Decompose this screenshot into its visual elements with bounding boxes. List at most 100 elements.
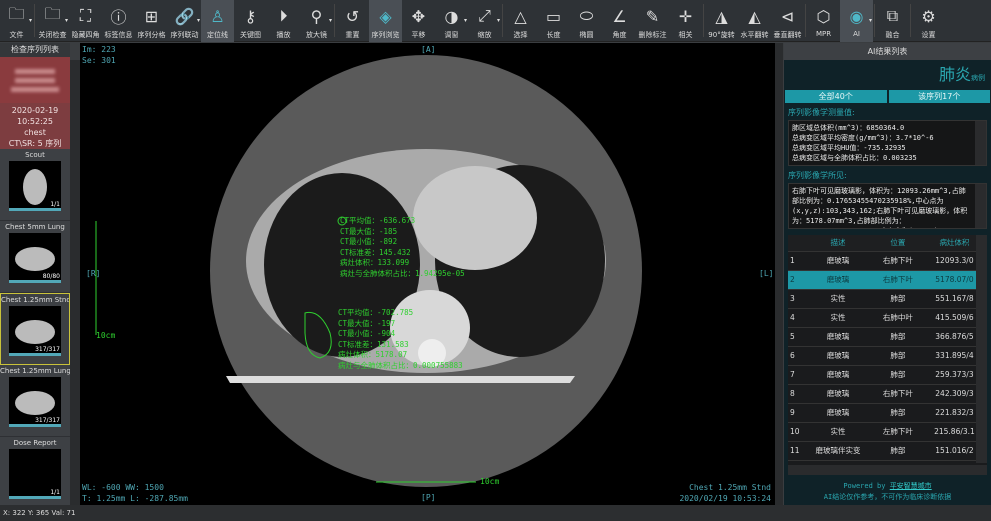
row-location: 肺部: [873, 403, 922, 423]
toolbar-label: 相关: [678, 31, 693, 39]
locator-icon: ♙: [210, 6, 225, 26]
filter-series-button[interactable]: 该序列17个: [888, 90, 990, 103]
image-viewport[interactable]: Im: 223 Se: 301 [A] [P] [R] [L] WL: -600…: [80, 43, 775, 505]
toolbar-label: 融合: [885, 31, 900, 39]
series-thumbnail: 80/80: [9, 233, 61, 283]
findings-title: 序列影像学所见:: [788, 171, 847, 180]
toolbar-button-layers[interactable]: ◈ 序列浏览: [369, 0, 402, 42]
toolbar-button-delete-annotation[interactable]: ✎ 删除标注: [636, 0, 669, 42]
row-description: 磨玻璃: [802, 346, 874, 366]
toolbar-button-ruler[interactable]: ▭ 长度: [537, 0, 570, 42]
toolbar-label: 删除标注: [638, 31, 667, 39]
dropdown-arrow-icon[interactable]: ▾: [329, 17, 332, 24]
dropdown-arrow-icon[interactable]: ▾: [65, 17, 68, 24]
series-name: Chest 5mm Lung: [5, 223, 65, 231]
table-row[interactable]: 7 磨玻璃 肺部 259.373/3: [788, 365, 987, 385]
toolbar-button-fusion[interactable]: ⧉ 融合: [876, 0, 909, 42]
table-vertical-scrollbar[interactable]: [976, 235, 987, 463]
toolbar-label: 缩放: [477, 31, 492, 39]
viewer-scrollbar[interactable]: [775, 43, 783, 505]
toolbar-button-zoom[interactable]: ⤢ 缩放 ▾: [468, 0, 501, 42]
layers-icon: ◈: [379, 6, 392, 26]
toolbar-button-settings[interactable]: ⚙ 设置: [912, 0, 945, 42]
study-info[interactable]: 2020-02-19 10:52:25 chest CT\SR: 5 序列: [0, 103, 70, 149]
series-count: 80/80: [42, 273, 60, 280]
toolbar-button-folder[interactable]: 🗀 文件 ▾: [0, 0, 33, 42]
toolbar-button-corners[interactable]: ⛶ 隐藏四角: [69, 0, 102, 42]
series-list-scrollbar[interactable]: [70, 60, 80, 505]
ellipse-icon: ⬭: [579, 6, 594, 25]
series-item[interactable]: Dose Report 1/1: [0, 437, 70, 509]
toolbar-label: 选择: [513, 31, 528, 39]
row-description: 实性: [802, 422, 874, 442]
filter-all-button[interactable]: 全部40个: [785, 90, 887, 103]
dropdown-arrow-icon[interactable]: ▾: [29, 17, 32, 24]
flip-horizontal-icon: ◭: [748, 6, 761, 26]
toolbar-button-close-folder[interactable]: 🗀 关闭检查 ▾: [36, 0, 69, 42]
toolbar-button-flip-vertical[interactable]: ⊲ 垂直翻转: [771, 0, 804, 42]
row-number: 9: [788, 403, 802, 423]
toolbar-button-flip-horizontal[interactable]: ◭ 水平翻转: [738, 0, 771, 42]
dropdown-arrow-icon[interactable]: ▾: [464, 17, 467, 24]
toolbar-button-play[interactable]: ⏵ 播放: [267, 0, 300, 42]
measure-line: 肺区域总体积(mm^3)：6850364.0: [792, 124, 905, 132]
row-description: 磨玻璃: [802, 251, 874, 271]
column-header[interactable]: 描述: [802, 235, 874, 252]
toolbar-button-window-level[interactable]: ◑ 调窗 ▾: [435, 0, 468, 42]
dropdown-arrow-icon[interactable]: ▾: [869, 17, 872, 24]
toolbar-button-ai-eye[interactable]: ◉ AI ▾: [840, 0, 873, 42]
table-row[interactable]: 5 磨玻璃 肺部 366.876/5: [788, 327, 987, 347]
toolbar-button-crosshair[interactable]: ✛ 相关: [669, 0, 702, 42]
toolbar-label: 设置: [921, 31, 936, 39]
toolbar-button-ellipse[interactable]: ⬭ 椭圆: [570, 0, 603, 42]
series-item[interactable]: Chest 5mm Lung 80/80: [0, 221, 70, 293]
row-description: 磨玻璃: [802, 270, 874, 290]
toolbar-separator: [334, 4, 335, 37]
findings-scrollbar[interactable]: [975, 184, 986, 228]
delete-annotation-icon: ✎: [645, 6, 660, 26]
toolbar-label: 垂直翻转: [773, 31, 802, 39]
toolbar-button-grid[interactable]: ⊞ 序列分格: [135, 0, 168, 42]
toolbar-label: 椭圆: [579, 31, 594, 39]
annotation-line: CT标准差：145.432: [340, 247, 411, 257]
toolbar-button-mpr[interactable]: ⬡ MPR: [807, 0, 840, 42]
toolbar-button-rotate[interactable]: ◮ 90°旋转: [705, 0, 738, 42]
grid-icon: ⊞: [144, 6, 159, 26]
toolbar-button-info[interactable]: ⓘ 标签信息: [102, 0, 135, 42]
table-row[interactable]: 6 磨玻璃 肺部 331.895/4: [788, 346, 987, 366]
table-row[interactable]: 3 实性 肺部 551.167/8: [788, 289, 987, 309]
series-item[interactable]: Scout 1/1: [0, 149, 70, 221]
table-row[interactable]: 10 实性 左肺下叶 215.86/3.1: [788, 422, 987, 442]
lesion-annotation-1: CT平均值：-636.673 CT最大值：-185 CT最小值：-892 CT标准差：…: [340, 216, 465, 279]
acquisition-datetime: 2020/02/19 10:53:24: [679, 494, 771, 503]
table-row[interactable]: 11 磨玻璃伴实变 肺部 151.016/2: [788, 441, 987, 461]
toolbar-button-link[interactable]: 🔗 序列联动 ▾: [168, 0, 201, 42]
toolbar-button-magnifier[interactable]: ⚲ 放大镜 ▾: [300, 0, 333, 42]
table-row[interactable]: 1 磨玻璃 右肺下叶 12093.3/0: [788, 251, 987, 271]
toolbar-label: 关闭检查: [38, 31, 67, 39]
measures-scrollbar[interactable]: [975, 121, 986, 165]
column-header[interactable]: 位置: [873, 235, 922, 252]
toolbar-button-key[interactable]: ⚷ 关键图: [234, 0, 267, 42]
series-item[interactable]: Chest 1.25mm Lung 317/317: [0, 365, 70, 437]
toolbar-button-reset[interactable]: ↺ 重置: [336, 0, 369, 42]
dropdown-arrow-icon[interactable]: ▾: [497, 17, 500, 24]
series-item[interactable]: Chest 1.25mm Stnd 317/317: [0, 293, 70, 365]
table-row[interactable]: 4 实性 右肺中叶 415.509/6: [788, 308, 987, 328]
dropdown-arrow-icon[interactable]: ▾: [197, 17, 200, 24]
table-horizontal-scrollbar[interactable]: [788, 465, 987, 475]
reset-icon: ↺: [345, 6, 360, 26]
series-name: Scout: [25, 151, 45, 159]
table-row[interactable]: 2 磨玻璃 右肺下叶 5178.07/0: [788, 270, 987, 290]
annotation-line: 病灶与全肺体积占比：1.94295e-05: [340, 268, 465, 278]
play-icon: ⏵: [279, 6, 288, 25]
table-row[interactable]: 9 磨玻璃 肺部 221.832/3: [788, 403, 987, 423]
toolbar-button-angle[interactable]: ∠ 角度: [603, 0, 636, 42]
toolbar-button-pan[interactable]: ✥ 平移: [402, 0, 435, 42]
toolbar-button-locator[interactable]: ♙ 定位线: [201, 0, 234, 42]
toolbar-button-select[interactable]: △ 选择: [504, 0, 537, 42]
rotate-icon: ◮: [715, 6, 728, 26]
row-location: 右肺下叶: [873, 251, 922, 271]
company-link[interactable]: 平安智慧城市: [890, 482, 932, 490]
table-row[interactable]: 8 磨玻璃 右肺下叶 242.309/3: [788, 384, 987, 404]
